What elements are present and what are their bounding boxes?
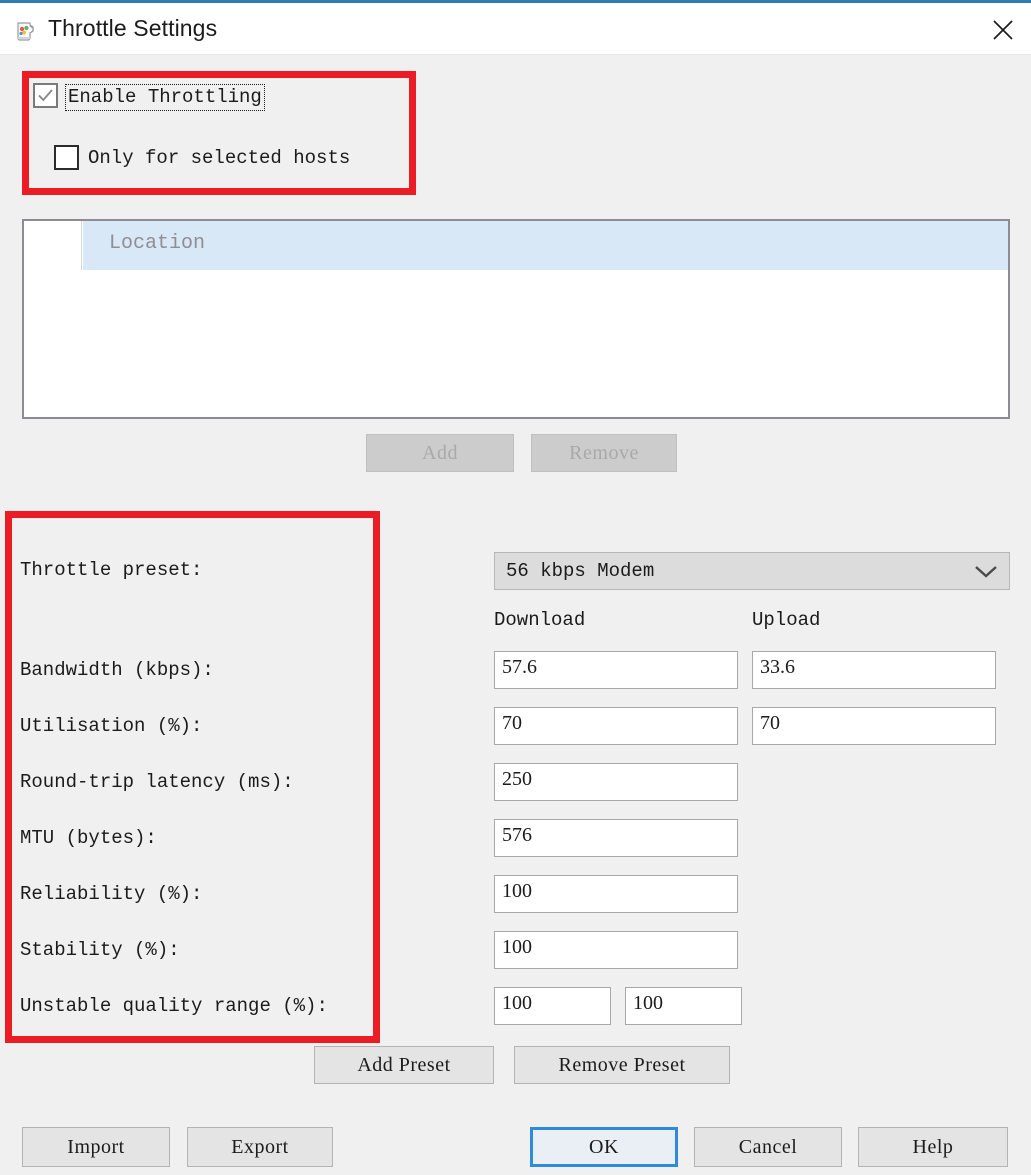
remove-button[interactable]: Remove (531, 434, 677, 472)
add-button[interactable]: Add (366, 434, 514, 472)
label-round-trip-latency: Round-trip latency (ms): (20, 771, 294, 793)
export-button[interactable]: Export (187, 1127, 333, 1167)
mtu-input[interactable]: 576 (494, 819, 738, 857)
host-list-header: Location (24, 221, 1008, 270)
jug-icon (12, 16, 38, 42)
bandwidth-upload-input[interactable]: 33.6 (752, 651, 996, 689)
help-button[interactable]: Help (858, 1127, 1008, 1167)
add-button-label: Add (422, 441, 458, 464)
host-list[interactable]: Location (22, 219, 1010, 419)
remove-button-label: Remove (569, 441, 639, 464)
unstable-quality-range-max-input[interactable]: 100 (625, 987, 742, 1025)
label-throttle-preset: Throttle preset: (20, 559, 203, 581)
cancel-button-label: Cancel (738, 1135, 798, 1158)
only-selected-hosts-checkbox[interactable] (54, 145, 79, 170)
label-reliability: Reliability (%): (20, 883, 203, 905)
enable-throttling-label: Enable Throttling (65, 84, 265, 111)
reliability-input[interactable]: 100 (494, 875, 738, 913)
throttle-preset-selected-value: 56 kbps Modem (506, 560, 655, 582)
help-button-label: Help (912, 1135, 954, 1158)
utilisation-upload-input[interactable]: 70 (752, 707, 996, 745)
upload-column-header: Upload (752, 609, 821, 631)
host-list-column-location[interactable]: Location (83, 221, 1008, 270)
only-selected-hosts-label: Only for selected hosts (88, 147, 351, 169)
label-bandwidth: Bandwidth (kbps): (20, 659, 214, 681)
remove-preset-button-label: Remove Preset (558, 1053, 686, 1076)
download-column-header: Download (494, 609, 586, 631)
cancel-button[interactable]: Cancel (694, 1127, 842, 1167)
remove-preset-button[interactable]: Remove Preset (514, 1046, 730, 1084)
label-mtu: MTU (bytes): (20, 827, 157, 849)
throttle-settings-window: Throttle Settings Enable Throttling Only… (0, 0, 1031, 1175)
export-button-label: Export (231, 1135, 289, 1158)
label-unstable-quality-range: Unstable quality range (%): (20, 995, 328, 1017)
ok-button-label: OK (589, 1135, 619, 1158)
import-button[interactable]: Import (22, 1127, 170, 1167)
import-button-label: Import (67, 1135, 125, 1158)
add-preset-button[interactable]: Add Preset (314, 1046, 494, 1084)
bandwidth-download-input[interactable]: 57.6 (494, 651, 738, 689)
page-title: Throttle Settings (48, 15, 218, 41)
round-trip-latency-input[interactable]: 250 (494, 763, 738, 801)
add-preset-button-label: Add Preset (357, 1053, 451, 1076)
title-bar: Throttle Settings (0, 3, 1031, 55)
utilisation-download-input[interactable]: 70 (494, 707, 738, 745)
close-icon[interactable] (975, 3, 1031, 55)
throttle-preset-dropdown[interactable]: 56 kbps Modem (494, 552, 1010, 590)
host-list-column-location-label: Location (109, 232, 206, 255)
ok-button[interactable]: OK (530, 1127, 678, 1167)
unstable-quality-range-min-input[interactable]: 100 (494, 987, 611, 1025)
chevron-down-icon (974, 565, 998, 584)
label-utilisation: Utilisation (%): (20, 715, 203, 737)
host-list-column-checkbox[interactable] (24, 221, 82, 270)
enable-throttling-checkbox[interactable] (33, 83, 58, 108)
stability-input[interactable]: 100 (494, 931, 738, 969)
label-stability: Stability (%): (20, 939, 180, 961)
